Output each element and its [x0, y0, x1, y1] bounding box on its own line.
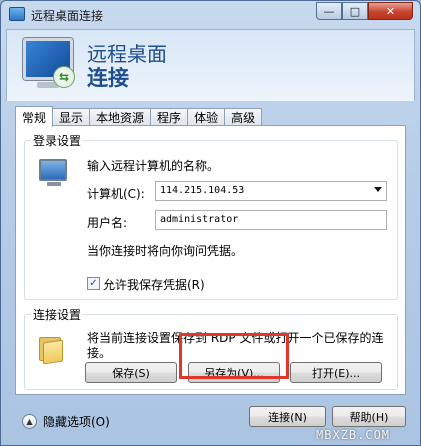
tab-advanced[interactable]: 高级 — [224, 108, 263, 126]
login-settings-group: 登录设置 输入远程计算机的名称。 计算机(C): 114.215.104.53 … — [24, 132, 398, 300]
tab-bar: 常规 显示 本地资源 程序 体验 高级 — [15, 106, 263, 127]
remote-desktop-icon — [9, 7, 25, 21]
login-settings-title: 登录设置 — [31, 132, 84, 149]
checkmark-icon: ✓ — [89, 278, 98, 289]
watermark: MBXZB.COM — [316, 428, 391, 442]
maximize-button[interactable]: □ — [342, 2, 368, 20]
tab-display[interactable]: 显示 — [52, 108, 91, 126]
folder-icon — [39, 335, 65, 365]
close-button[interactable]: ✕ — [368, 2, 413, 20]
minimize-icon: — — [323, 4, 335, 18]
allow-save-credentials-label[interactable]: 允许我保存凭据(R) — [103, 276, 205, 293]
save-as-highlight-box — [179, 333, 289, 379]
tab-programs[interactable]: 程序 — [150, 108, 189, 126]
connection-description-line2: 接。 — [87, 346, 112, 360]
window-title: 远程桌面连接 — [31, 9, 104, 23]
connection-arrows-icon: ⇆ — [53, 66, 75, 88]
header-banner: ⇆ 远程桌面 连接 — [6, 29, 415, 101]
title-bar[interactable]: 远程桌面连接 — □ ✕ — [1, 1, 420, 29]
help-button[interactable]: 帮助(H) — [332, 406, 406, 427]
connect-button[interactable]: 连接(N) — [249, 406, 326, 427]
credentials-hint: 当你连接时将向你询问凭据。 — [87, 244, 244, 258]
computer-combobox[interactable]: 114.215.104.53 — [155, 181, 387, 201]
save-button[interactable]: 保存(S) — [85, 362, 177, 383]
computer-icon — [39, 159, 67, 181]
connection-settings-title: 连接设置 — [31, 306, 84, 323]
username-field[interactable]: administrator — [155, 210, 387, 230]
hide-options-toggle[interactable]: ▲ 隐藏选项(O) — [22, 413, 110, 430]
computer-label: 计算机(C): — [87, 187, 145, 201]
hide-options-label: 隐藏选项(O) — [43, 415, 110, 429]
collapse-chevron-icon: ▲ — [22, 414, 37, 429]
tab-general[interactable]: 常规 — [15, 106, 54, 127]
computer-value: 114.215.104.53 — [160, 185, 245, 196]
dropdown-arrow-icon[interactable] — [374, 187, 382, 192]
open-button[interactable]: 打开(E)... — [290, 362, 382, 383]
username-value: administrator — [160, 214, 239, 225]
header-title-line2: 连接 — [87, 66, 129, 90]
minimize-button[interactable]: — — [316, 2, 342, 20]
computer-name-instruction: 输入远程计算机的名称。 — [87, 159, 220, 173]
tab-local-resources[interactable]: 本地资源 — [89, 108, 152, 126]
allow-save-credentials-checkbox[interactable]: ✓ — [87, 277, 100, 290]
computer-stand-icon — [47, 182, 61, 186]
tab-experience[interactable]: 体验 — [187, 108, 226, 126]
close-icon: ✕ — [385, 4, 396, 18]
maximize-icon: □ — [349, 4, 361, 18]
username-label: 用户名: — [87, 216, 128, 230]
